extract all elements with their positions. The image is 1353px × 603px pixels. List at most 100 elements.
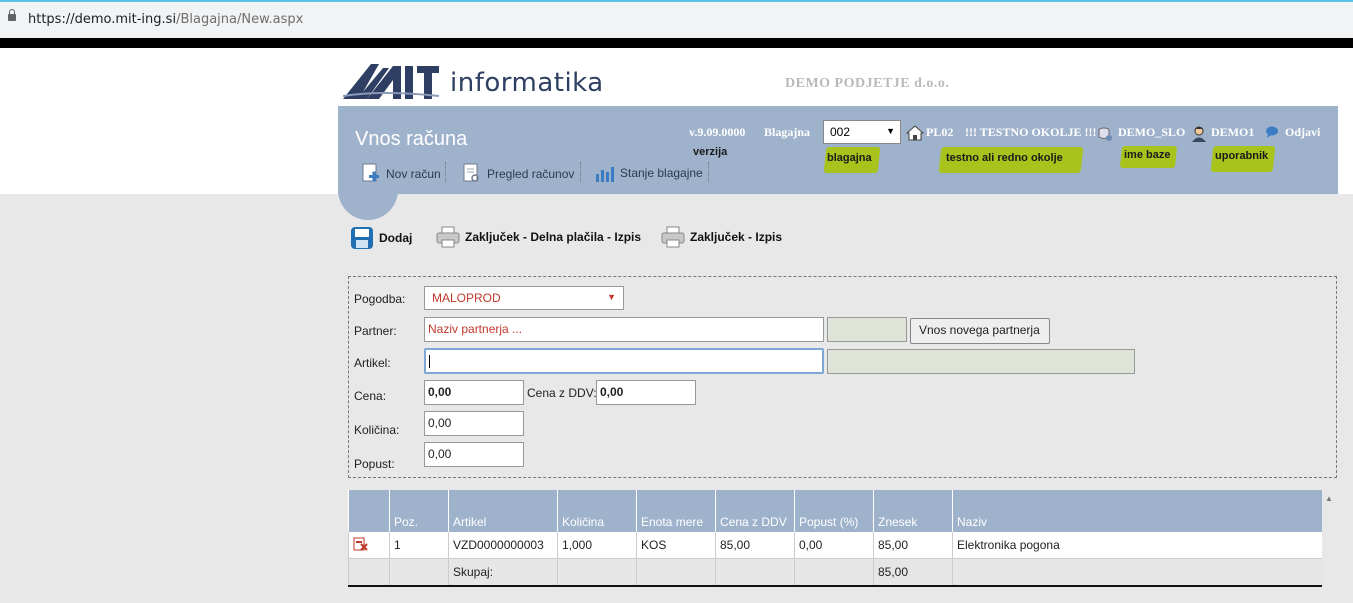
environment-text: !!! TESTNO OKOLJE !!!	[965, 125, 1097, 139]
pogodba-value: MALOPROD	[432, 291, 501, 305]
cell-popust: 0,00	[794, 532, 874, 559]
location-code: PL02	[926, 125, 954, 139]
user-icon	[1192, 126, 1206, 142]
close-partial-print-label: Zaključek - Delna plačila - Izpis	[465, 230, 642, 244]
page-top-bar	[0, 38, 1353, 48]
version-text: v.9.09.0000	[689, 125, 746, 139]
sum-cell-empty	[557, 558, 637, 587]
document-search-icon	[463, 163, 479, 182]
company-name: DEMO PODJETJE d.o.o.	[785, 76, 950, 91]
user-name: DEMO1	[1211, 125, 1255, 139]
kolicina-input[interactable]: 0,00	[424, 411, 524, 436]
chevron-down-icon: ▼	[886, 126, 895, 136]
address-bar[interactable]: https://demo.mit-ing.si/Blagajna/New.asp…	[0, 2, 1353, 38]
annotation-uporabnik: uporabnik	[1215, 150, 1269, 162]
sum-label: Skupaj:	[448, 558, 558, 587]
blagajna-label: Blagajna	[764, 125, 811, 139]
page-title: Vnos računa	[355, 128, 468, 150]
lock-icon	[8, 9, 16, 21]
column-header[interactable]: Poz.	[389, 490, 449, 532]
partner-label: Partner:	[354, 324, 397, 338]
bar-chart-icon	[596, 167, 614, 182]
database-icon	[1098, 127, 1112, 141]
partner-input[interactable]: Naziv partnerja ...	[424, 317, 824, 342]
blagajna-select[interactable]: 002 ▼	[823, 120, 901, 144]
nav-separator	[580, 162, 581, 182]
url-host: https://demo.mit-ing.si	[28, 12, 177, 27]
delete-icon[interactable]	[353, 537, 369, 551]
column-header[interactable]: Enota mere	[636, 490, 716, 532]
nav-separator	[445, 162, 446, 182]
column-header	[348, 490, 390, 532]
nav-invoice-overview-label: Pregled računov	[487, 167, 575, 181]
new-document-icon	[362, 163, 379, 182]
partner-code-field	[827, 317, 907, 342]
sum-cell-empty	[794, 558, 874, 587]
add-button[interactable]: Dodaj	[350, 226, 412, 250]
sum-cell-empty	[348, 558, 390, 587]
column-header[interactable]: Popust (%)	[794, 490, 874, 532]
invoice-items-table: Poz. Artikel Količina Enota mere Cena z …	[348, 490, 1322, 587]
save-icon	[351, 227, 373, 249]
popust-label: Popust:	[354, 457, 395, 471]
delete-row-cell[interactable]	[348, 532, 390, 559]
column-header[interactable]: Artikel	[448, 490, 558, 532]
annotation-baza: ime baze	[1124, 149, 1171, 161]
printer-icon	[436, 226, 460, 248]
artikel-label: Artikel:	[354, 356, 391, 370]
cell-znesek: 85,00	[873, 532, 953, 559]
sum-cell-empty	[636, 558, 716, 587]
database-name: DEMO_SLO	[1118, 125, 1186, 139]
text-cursor	[429, 355, 430, 369]
url-text[interactable]: https://demo.mit-ing.si/Blagajna/New.asp…	[28, 12, 303, 27]
pogodba-label: Pogodba:	[354, 292, 406, 306]
cena-ddv-label: Cena z DDV:	[527, 386, 597, 400]
pogodba-select[interactable]: MALOPROD ▼	[424, 286, 624, 310]
artikel-input[interactable]	[424, 348, 824, 374]
new-partner-button[interactable]: Vnos novega partnerja	[910, 318, 1050, 344]
sum-value: 85,00	[873, 558, 953, 587]
logout-link[interactable]: Odjavi	[1285, 125, 1320, 140]
table-row[interactable]: 1 VZD0000000003 1,000 KOS 85,00 0,00 85,…	[348, 532, 1322, 559]
cell-cena: 85,00	[715, 532, 795, 559]
cena-label: Cena:	[354, 389, 387, 403]
cena-ddv-input[interactable]: 0,00	[596, 380, 696, 405]
printer-icon	[661, 226, 685, 248]
cell-poz: 1	[389, 532, 449, 559]
sum-cell-empty	[389, 558, 449, 587]
popust-input[interactable]: 0,00	[424, 442, 524, 467]
logo-text: informatika	[450, 68, 604, 98]
sum-cell-empty	[715, 558, 795, 587]
cell-artikel: VZD0000000003	[448, 532, 558, 559]
chevron-down-icon: ▼	[607, 292, 616, 302]
annotation-blagajna: blagajna	[827, 152, 872, 164]
close-print-button[interactable]: Zaključek - Izpis	[661, 226, 782, 248]
column-header[interactable]: Naziv	[952, 490, 1322, 532]
close-print-label: Zaključek - Izpis	[690, 230, 783, 244]
cena-input[interactable]: 0,00	[424, 380, 524, 405]
url-path: /Blagajna/New.aspx	[176, 12, 304, 27]
kolicina-label: Količina:	[354, 423, 400, 437]
cell-kolicina: 1,000	[557, 532, 637, 559]
scroll-up-arrow-icon[interactable]: ▲	[1325, 494, 1333, 503]
sum-cell-empty	[952, 558, 1322, 587]
table-header-row: Poz. Artikel Količina Enota mere Cena z …	[348, 490, 1322, 532]
annotation-okolje: testno ali redno okolje	[946, 152, 1063, 164]
nav-cash-status[interactable]: Stanje blagajne	[594, 163, 703, 183]
nav-separator	[708, 162, 709, 182]
nav-invoice-overview[interactable]: Pregled računov	[461, 163, 574, 185]
column-header[interactable]: Količina	[557, 490, 637, 532]
nav-new-invoice-label: Nov račun	[386, 167, 441, 181]
close-partial-print-button[interactable]: Zaključek - Delna plačila - Izpis	[436, 226, 641, 248]
add-button-label: Dodaj	[379, 231, 413, 245]
home-icon	[906, 125, 924, 141]
artikel-name-field	[827, 349, 1135, 374]
logout-icon	[1266, 126, 1278, 138]
nav-cash-status-label: Stanje blagajne	[620, 166, 703, 180]
cell-naziv: Elektronika pogona	[952, 532, 1322, 559]
annotation-verzija: verzija	[693, 146, 728, 158]
table-sum-row: Skupaj: 85,00	[348, 558, 1322, 587]
column-header[interactable]: Cena z DDV	[715, 490, 795, 532]
column-header[interactable]: Znesek	[873, 490, 953, 532]
nav-new-invoice[interactable]: Nov račun	[360, 163, 441, 185]
